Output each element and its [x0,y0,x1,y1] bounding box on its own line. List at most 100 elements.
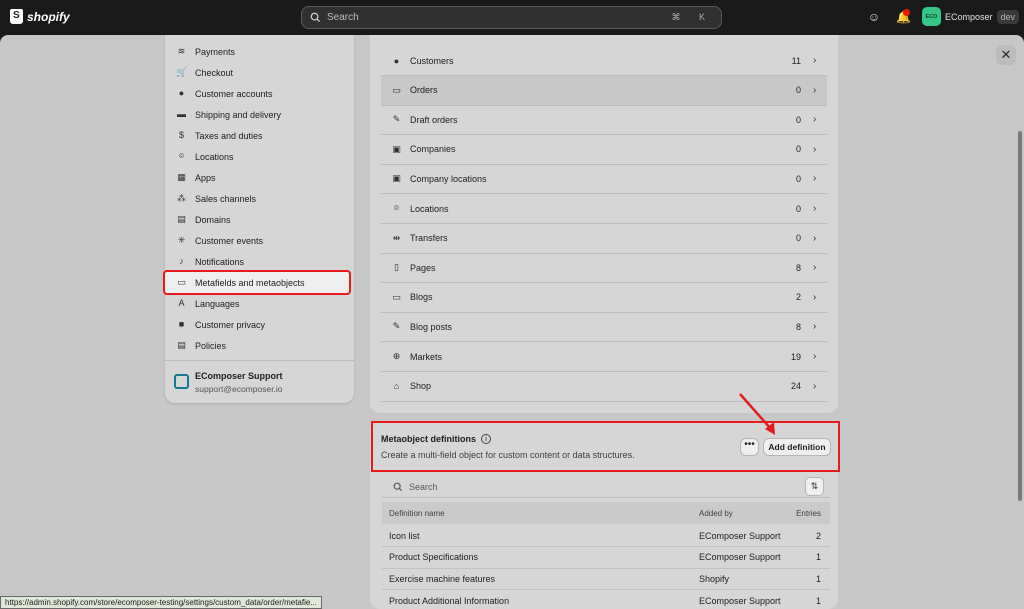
page-icon: ▯ [394,262,399,273]
resource-row-company-locations[interactable]: ▣ Company locations 0 › [381,164,827,195]
col-definition-name[interactable]: Definition name [389,509,445,518]
sidebar-item-shipping-and-delivery[interactable]: ▬ Shipping and delivery [173,104,347,125]
resource-row-companies[interactable]: ▣ Companies 0 › [381,135,827,165]
close-settings-button[interactable]: ✕ [996,45,1016,65]
sidebar-item-customer-privacy[interactable]: ■ Customer privacy [173,314,347,335]
resource-label: Locations [410,203,449,214]
resource-label: Shop [410,381,432,392]
sidebar-item-domains[interactable]: ▤ Domains [173,209,347,230]
store-menu[interactable]: ECO EComposer dev [922,7,1020,26]
resource-label: Orders [410,85,438,96]
chevron-right-icon: › [813,84,817,96]
resource-row-locations[interactable]: ⌾ Locations 0 › [381,194,827,224]
resource-count: 0 [795,144,801,155]
sidebar-item-apps[interactable]: ▦ Apps [173,167,347,188]
scrollbar[interactable] [1018,131,1022,501]
resource-label: Transfers [410,233,448,244]
shop-icon: ⌂ [393,381,400,392]
sidebar-item-payments[interactable]: ≋ Payments [173,41,347,62]
chevron-right-icon: › [813,55,817,66]
chevron-right-icon: › [813,203,817,214]
resource-label: Blog posts [410,321,453,332]
resource-row-blogs[interactable]: ▭ Blogs 2 › [381,283,827,313]
resource-row-pages[interactable]: ▯ Pages 8 › [381,253,827,284]
resource-label: Companies [410,144,456,155]
resource-row-customers[interactable]: ● Customers 11 › [381,46,827,76]
definition-row[interactable]: Exercise machine features Shopify 1 [382,568,830,591]
cart-icon: 🛒 [176,67,188,77]
tax-icon: $ [178,130,184,140]
sidebar-item-policies[interactable]: ▤ Policies [173,335,347,356]
apps-icon: ▦ [177,172,186,182]
chevron-right-icon: › [813,232,817,244]
col-entries[interactable]: Entries [796,509,821,518]
sidebar-item-metafields-and-metaobjects[interactable]: ▭ Metafields and metaobjects [163,270,351,295]
definition-row[interactable]: Product Additional Information EComposer … [382,590,830,609]
definition-added-by: EComposer Support [699,530,781,541]
sidebar-divider [165,360,354,361]
resource-label: Draft orders [410,114,458,125]
chevron-right-icon: › [813,291,817,303]
resource-row-blog-posts[interactable]: ✎ Blog posts 8 › [381,312,827,343]
sidebar-item-checkout[interactable]: 🛒 Checkout [173,62,347,83]
resource-count: 0 [795,203,801,214]
sidebar-item-customer-events[interactable]: ✳ Customer events [173,230,347,251]
resource-row-transfers[interactable]: ⇹ Transfers 0 › [381,224,827,254]
sort-icon: ⇅ [810,481,819,491]
sidebar-item-customer-accounts[interactable]: ● Customer accounts [173,83,347,104]
person-icon: ● [393,55,400,66]
global-search[interactable]: Search ⌘ K [301,6,722,29]
resource-row-markets[interactable]: ⊕ Markets 19 › [381,342,827,372]
sidekick-icon[interactable]: ☺ [867,10,881,24]
pen-icon: ✎ [392,321,401,332]
resource-count: 0 [795,173,801,184]
sort-button[interactable]: ⇅ [805,477,824,496]
definition-entries: 1 [815,573,821,584]
sidebar-item-label: Languages [195,298,240,309]
sidebar-item-locations[interactable]: ⌾ Locations [173,146,347,167]
definition-name: Icon list [389,530,420,541]
resource-row-orders[interactable]: ▭ Orders 0 › [381,75,827,106]
chevron-right-icon: › [813,321,817,333]
settings-sidebar: ≋ Payments 🛒 Checkout ● Customer accounts ▬ Shi… [163,35,354,403]
transfer-icon: ⇹ [392,232,401,243]
definition-name: Product Specifications [389,552,479,563]
sidebar-item-label: Domains [195,214,231,225]
resource-label: Blogs [410,292,433,303]
definition-search-placeholder: Search [409,481,438,492]
more-actions-button[interactable]: ••• [740,438,759,456]
metaobject-title: Metaobject definitions i [381,434,492,444]
sidebar-item-sales-channels[interactable]: ⁂ Sales channels [173,188,347,209]
truck-icon: ▬ [177,109,186,119]
info-icon[interactable]: i [481,434,492,444]
chevron-right-icon: › [813,262,817,274]
definition-row[interactable]: Icon list EComposer Support 2 [382,525,830,547]
resource-row-draft-orders[interactable]: ✎ Draft orders 0 › [381,105,827,136]
add-definition-button[interactable]: Add definition [763,438,831,456]
sidebar-item-notifications[interactable]: ♪ Notifications [173,251,347,272]
definition-name: Product Additional Information [389,595,510,606]
definition-entries: 2 [815,530,821,541]
store-badge: dev [996,9,1020,24]
sidebar-item-label: Customer accounts [195,88,273,99]
sidebar-item-taxes-and-duties[interactable]: $ Taxes and duties [173,125,347,146]
definition-row[interactable]: Product Specifications EComposer Support 1 [382,547,830,569]
definition-search[interactable]: Search [382,476,830,498]
status-url: https://admin.shopify.com/store/ecompose… [0,596,322,609]
metaobject-title-text: Metaobject definitions [381,434,477,444]
bell-icon: ♪ [179,256,184,266]
definition-added-by: Shopify [699,573,730,584]
sidebar-item-label: Locations [195,151,234,162]
definition-added-by: EComposer Support [699,552,781,563]
sidebar-item-languages[interactable]: A Languages [173,293,347,314]
definition-name: Exercise machine features [389,573,496,584]
chevron-right-icon: › [813,173,817,185]
resource-count: 2 [795,292,801,303]
definition-added-by: EComposer Support [699,595,781,606]
col-added-by[interactable]: Added by [699,509,733,518]
resource-label: Customers [410,55,454,66]
chevron-right-icon: › [813,351,817,362]
inbox-icon: ▭ [392,84,401,95]
support-account[interactable]: EComposer Support support@ecomposer.io [174,371,283,394]
shopify-logo[interactable]: shopify [10,9,70,24]
